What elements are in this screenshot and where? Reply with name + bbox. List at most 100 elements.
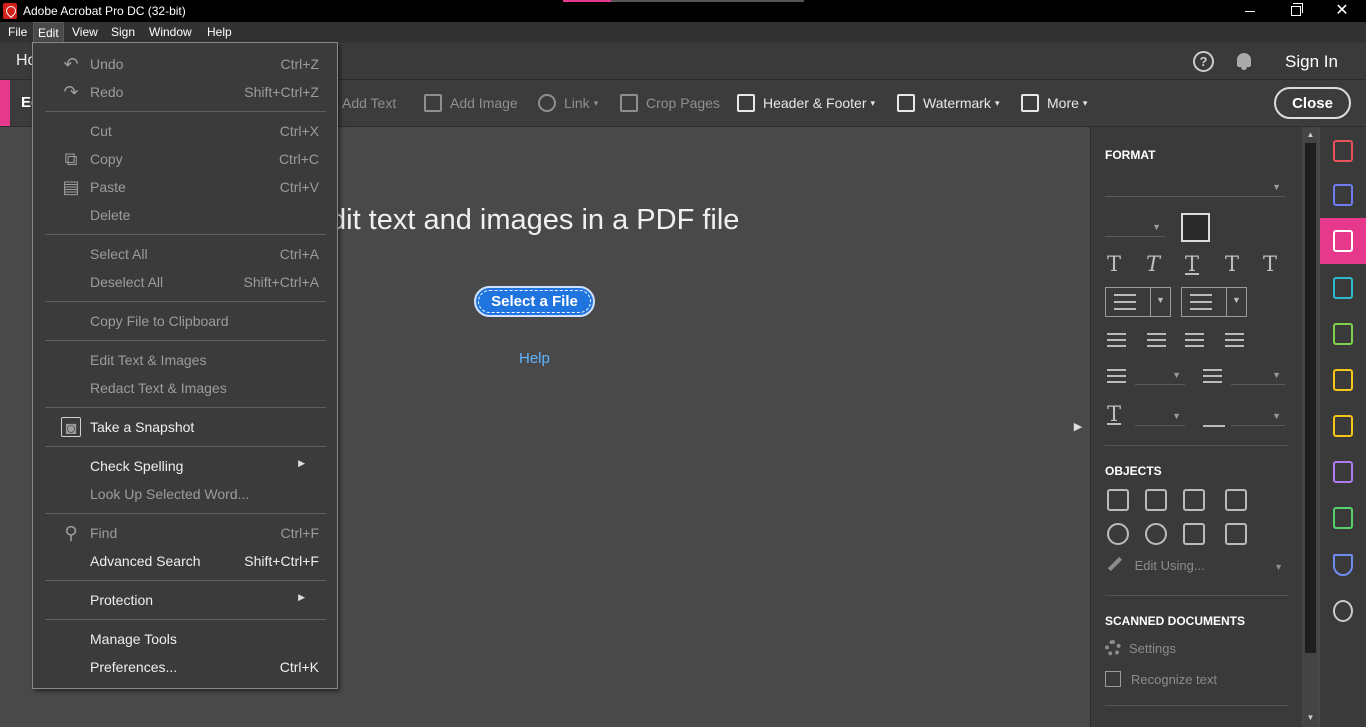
underline-text-icon[interactable]: T [1185,252,1199,276]
justify-icon[interactable] [1225,333,1244,347]
font-size-dropdown[interactable]: ▼ [1105,217,1165,237]
rotate-right-icon[interactable] [1145,523,1167,545]
character-spacing-dropdown[interactable]: ▼ [1231,406,1285,426]
send-comments-icon [1333,369,1353,391]
menu-item-protection[interactable]: Protection ▶ [33,587,337,613]
menu-item-label: Find [90,525,118,541]
menu-view[interactable]: View [68,22,102,43]
rail-item-send-comments[interactable] [1320,357,1366,403]
flip-horizontal-icon[interactable] [1145,489,1167,511]
menu-item-copy[interactable]: ⧉ Copy Ctrl+C [33,146,337,172]
menu-item-redact-text-images[interactable]: Redact Text & Images [33,375,337,401]
menu-item-check-spelling[interactable]: Check Spelling ▶ [33,453,337,479]
bold-text-icon[interactable]: T [1107,252,1121,276]
menu-item-cut[interactable]: Cut Ctrl+X [33,118,337,144]
paragraph-spacing-dropdown[interactable]: ▼ [1231,365,1285,385]
notifications-bell-icon[interactable] [1235,52,1253,71]
horizontal-scale-dropdown[interactable]: ▼ [1135,406,1185,426]
bulleted-list-button[interactable]: ▼ [1105,287,1171,317]
sign-in-link[interactable]: Sign In [1285,52,1338,72]
rail-item-protect[interactable] [1320,542,1366,588]
menu-edit[interactable]: Edit [33,22,64,43]
more-tool[interactable]: More ▾ [1021,93,1087,113]
rail-item-more-tools[interactable] [1320,588,1366,634]
font-dropdown[interactable]: ▼ [1105,177,1285,197]
character-spacing-icon[interactable] [1203,405,1225,427]
line-spacing-dropdown[interactable]: ▼ [1135,365,1185,385]
menu-item-label: Delete [90,207,131,223]
menu-item-redo[interactable]: ↷ Redo Shift+Ctrl+Z [33,79,337,105]
rail-item-export-pdf[interactable] [1320,172,1366,218]
horizontal-scale-icon[interactable]: T [1107,402,1121,426]
header-footer-tool[interactable]: Header & Footer ▾ [737,93,875,113]
close-window-button[interactable]: ✕ [1319,0,1365,22]
select-file-button[interactable]: Select a File [474,286,595,317]
align-objects-icon[interactable] [1225,489,1247,511]
rotate-left-icon[interactable] [1107,523,1129,545]
settings-button[interactable]: Settings [1105,640,1176,656]
subscript-icon[interactable]: T [1263,252,1277,276]
menu-item-preferences[interactable]: Preferences... Ctrl+K [33,654,337,680]
menu-window[interactable]: Window [145,22,196,43]
line-spacing-icon[interactable] [1107,369,1126,383]
watermark-icon [897,94,915,112]
scroll-thumb[interactable] [1305,143,1316,653]
watermark-tool[interactable]: Watermark ▾ [897,93,999,113]
flip-vertical-icon[interactable] [1107,489,1129,511]
menu-item-take-a-snapshot[interactable]: ◙ Take a Snapshot [33,414,337,440]
menu-item-undo[interactable]: ↶ Undo Ctrl+Z [33,51,337,77]
minimize-button[interactable] [1227,0,1273,22]
link-tool[interactable]: Link ▾ [538,93,598,113]
menu-item-advanced-search[interactable]: Advanced Search Shift+Ctrl+F [33,548,337,574]
add-text-tool[interactable]: Add Text [342,93,396,113]
text-color-swatch[interactable] [1181,213,1210,242]
acrobat-window: Adobe Acrobat Pro DC (32-bit) ✕ File Edi… [0,0,1366,727]
menu-separator [45,580,326,581]
crop-pages-tool[interactable]: Crop Pages [620,93,720,113]
menu-item-paste[interactable]: ▤ Paste Ctrl+V [33,174,337,200]
align-right-icon[interactable] [1185,333,1204,347]
rail-item-comment[interactable] [1320,403,1366,449]
restore-button[interactable] [1273,0,1319,22]
menu-file[interactable]: File [4,22,31,43]
scroll-up-icon[interactable]: ▲ [1303,128,1318,142]
collapse-panel-icon[interactable]: ▶ [1070,420,1086,436]
numbered-list-button[interactable]: ▼ [1181,287,1247,317]
rail-item-edit-pdf[interactable] [1320,218,1366,264]
help-link[interactable]: Help [519,350,550,367]
menu-item-edit-text-images[interactable]: Edit Text & Images [33,347,337,373]
menu-sign[interactable]: Sign [107,22,139,43]
italic-text-icon[interactable]: T [1146,252,1160,276]
replace-image-icon[interactable] [1183,523,1205,545]
align-left-icon[interactable] [1107,333,1126,347]
menu-item-label: Deselect All [90,274,164,290]
rail-item-organize-pages[interactable] [1320,311,1366,357]
close-tool-button[interactable]: Close [1274,87,1351,119]
edit-using-dropdown[interactable]: Edit Using... ▼ [1105,556,1285,578]
menu-item-delete[interactable]: Delete [33,202,337,228]
menu-item-copy-file-to-clipboard[interactable]: Copy File to Clipboard [33,308,337,334]
scroll-down-icon[interactable]: ▼ [1303,711,1318,725]
rail-item-combine-files[interactable] [1320,265,1366,311]
organize-pages-icon [1333,323,1353,345]
crop-image-icon[interactable] [1183,489,1205,511]
arrange-objects-icon[interactable] [1225,523,1247,545]
menu-item-manage-tools[interactable]: Manage Tools [33,626,337,652]
help-icon[interactable]: ? [1193,51,1214,72]
menu-item-look-up-selected-word[interactable]: Look Up Selected Word... [33,481,337,507]
menu-help[interactable]: Help [203,22,236,43]
panel-scrollbar[interactable]: ▲ ▼ [1303,127,1318,727]
edit-menu-dropdown: ↶ Undo Ctrl+Z ↷ Redo Shift+Ctrl+Z Cut Ctrl+X ⧉ Co… [32,42,338,689]
menu-separator [45,111,326,112]
menu-item-find[interactable]: ⚲ Find Ctrl+F [33,520,337,546]
menu-item-select-all[interactable]: Select All Ctrl+A [33,241,337,267]
rail-item-fill-sign[interactable] [1320,449,1366,495]
rail-item-create-pdf[interactable] [1320,128,1366,174]
paragraph-spacing-icon[interactable] [1203,369,1222,383]
recognize-text-checkbox[interactable]: Recognize text [1105,671,1217,687]
rail-item-print-production[interactable] [1320,495,1366,541]
align-center-icon[interactable] [1147,333,1166,347]
superscript-icon[interactable]: T [1225,252,1239,276]
menu-item-deselect-all[interactable]: Deselect All Shift+Ctrl+A [33,269,337,295]
add-image-tool[interactable]: Add Image [424,93,518,113]
